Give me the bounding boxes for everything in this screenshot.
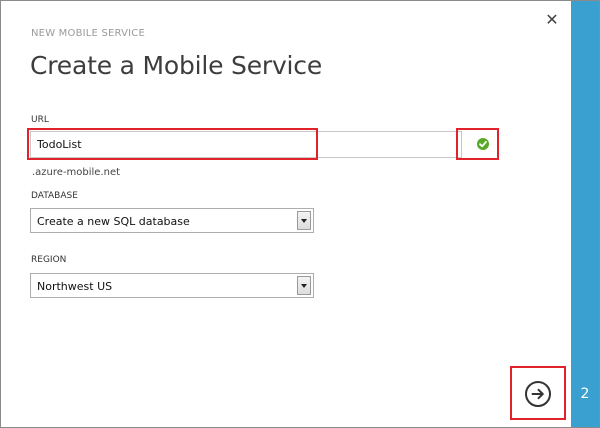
arrow-right-circle-icon[interactable] [525, 381, 551, 407]
create-mobile-service-dialog: ✕ NEW MOBILE SERVICE Create a Mobile Ser… [0, 0, 600, 428]
database-select[interactable]: Create a new SQL database [30, 208, 314, 233]
page-title: Create a Mobile Service [30, 51, 323, 80]
checkmark-circle-icon [477, 138, 489, 150]
region-select[interactable]: Northwest US [30, 273, 314, 298]
chevron-down-icon[interactable] [297, 276, 311, 295]
wizard-step-bar: 2 [571, 1, 599, 427]
url-label: URL [31, 115, 49, 125]
chevron-down-icon[interactable] [297, 211, 311, 230]
url-suffix: .azure-mobile.net [32, 167, 121, 178]
url-input[interactable] [31, 132, 323, 157]
database-select-value: Create a new SQL database [37, 215, 190, 228]
region-select-value: Northwest US [37, 280, 113, 293]
close-icon[interactable]: ✕ [544, 12, 560, 28]
dialog-content: ✕ NEW MOBILE SERVICE Create a Mobile Ser… [1, 1, 571, 427]
database-label: DATABASE [31, 191, 78, 201]
region-label: REGION [31, 255, 67, 265]
url-field-container [30, 131, 462, 158]
step-number: 2 [580, 386, 590, 402]
dialog-subtitle: NEW MOBILE SERVICE [31, 28, 146, 39]
